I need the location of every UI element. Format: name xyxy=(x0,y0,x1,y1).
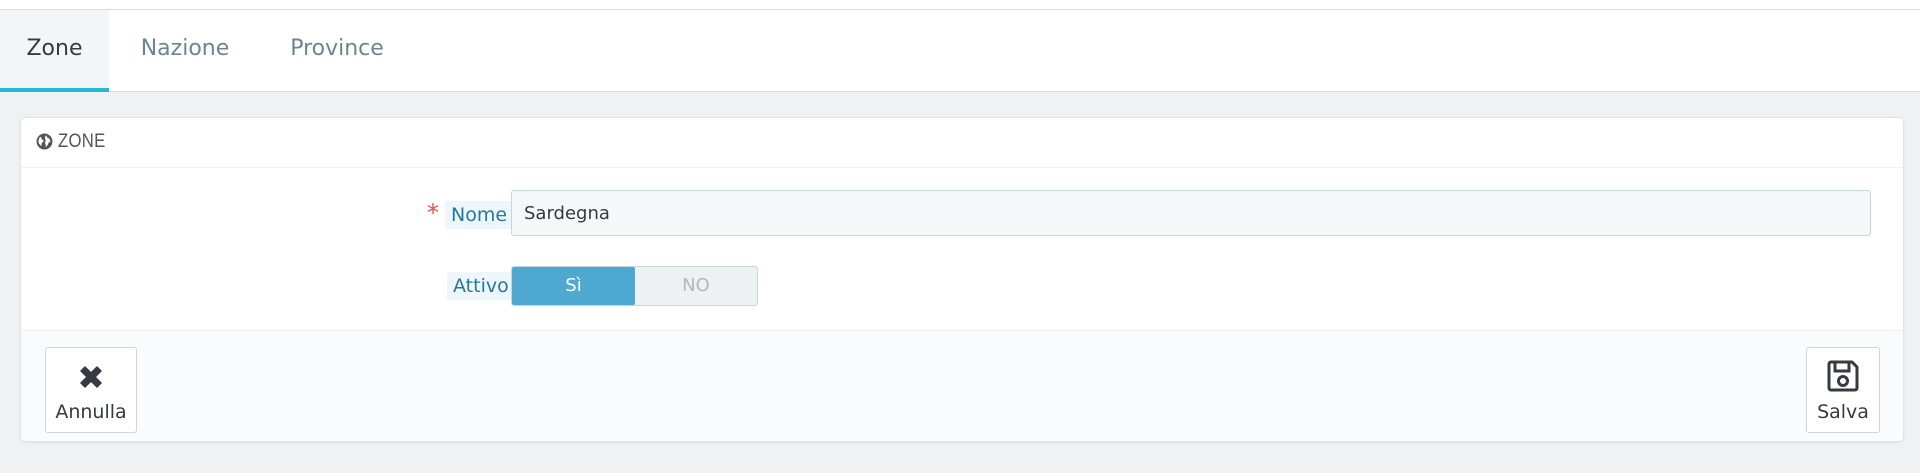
active-no-option[interactable]: NO xyxy=(635,267,757,305)
tab-nazione[interactable]: Nazione xyxy=(120,10,250,92)
name-label: Nome xyxy=(445,201,514,229)
tab-province[interactable]: Province xyxy=(272,10,402,92)
required-marker: * xyxy=(427,199,439,227)
panel-title: ZONE xyxy=(58,131,106,152)
panel-heading: ZONE xyxy=(21,118,1903,168)
close-icon xyxy=(80,366,102,388)
panel-footer: Annulla Salva xyxy=(21,330,1903,441)
zone-form-panel: ZONE * Nome Attivo Sì NO Annulla Salva xyxy=(20,117,1904,442)
name-input[interactable] xyxy=(511,190,1871,236)
active-label: Attivo xyxy=(447,272,515,300)
save-label: Salva xyxy=(1817,401,1869,423)
cancel-button[interactable]: Annulla xyxy=(45,347,137,433)
cancel-label: Annulla xyxy=(55,401,127,423)
save-button[interactable]: Salva xyxy=(1806,347,1880,433)
active-yes-option[interactable]: Sì xyxy=(512,267,635,305)
top-band xyxy=(0,0,1920,10)
tab-zone[interactable]: Zone xyxy=(0,10,109,92)
active-switch: Sì NO xyxy=(511,266,758,306)
globe-icon xyxy=(36,133,53,150)
tab-bar: Zone Nazione Province xyxy=(0,10,1920,92)
floppy-disk-icon xyxy=(1827,360,1859,392)
